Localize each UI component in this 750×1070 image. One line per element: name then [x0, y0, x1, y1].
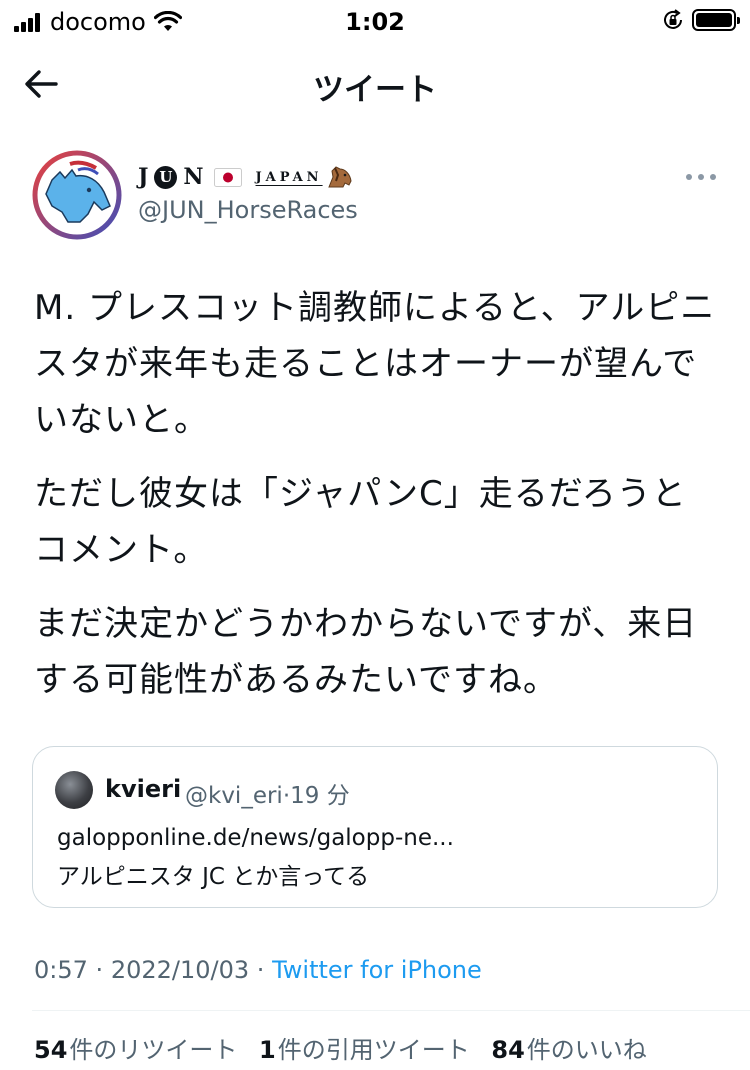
quotes-stat[interactable]: 1件の引用ツイート — [259, 1036, 470, 1064]
name-letter-u: U — [154, 165, 178, 189]
likes-count: 84 — [491, 1036, 525, 1064]
avatar[interactable] — [32, 150, 122, 240]
name-letter-j: J — [138, 164, 155, 190]
quoted-text: アルピニスタ JC とか言ってる — [57, 864, 370, 890]
retweets-label: 件のリツイート — [69, 1036, 238, 1064]
japan-flag-icon — [213, 167, 242, 187]
likes-stat[interactable]: 84件のいいね — [491, 1036, 646, 1064]
quotes-count: 1 — [259, 1036, 276, 1064]
divider — [32, 1010, 750, 1011]
quoted-author-name: kvieri — [105, 775, 182, 803]
tweet-meta: 0:57 · 2022/10/03 · Twitter for iPhone — [34, 956, 482, 984]
name-japan: JAPAN — [255, 169, 323, 185]
tweet-source-link[interactable]: Twitter for iPhone — [272, 956, 482, 984]
tweet-date: 2022/10/03 — [110, 956, 250, 984]
navigation-bar: ツイート — [0, 48, 750, 118]
orientation-lock-icon — [664, 9, 682, 29]
status-bar: docomo 1:02 — [0, 0, 750, 44]
quoted-tweet-card[interactable]: kvieri @kvi_eri·19 分 galopponline.de/new… — [32, 746, 718, 908]
quoted-avatar — [55, 771, 93, 809]
meta-separator: · — [256, 956, 265, 984]
retweets-stat[interactable]: 54件のリツイート — [34, 1036, 237, 1064]
tweet-text: M. プレスコット調教師によると、アルピニスタが来年も走ることはオーナーが望んで… — [34, 280, 720, 726]
tweet-detail-screen: docomo 1:02 ツイート J U N JAPAN @JUN_HorseR… — [0, 0, 750, 1070]
name-letter-n: N — [183, 164, 210, 190]
meta-separator: · — [95, 956, 104, 984]
tweet-time: 0:57 — [34, 956, 88, 984]
quoted-handle: @kvi_eri — [185, 783, 283, 809]
horse-icon — [327, 166, 352, 188]
tweet-paragraph: M. プレスコット調教師によると、アルピニスタが来年も走ることはオーナーが望んで… — [34, 288, 716, 440]
status-time: 1:02 — [345, 8, 405, 36]
tweet-author: J U N JAPAN @JUN_HorseRaces — [32, 150, 722, 242]
quotes-label: 件の引用ツイート — [277, 1036, 470, 1064]
quoted-link[interactable]: galopponline.de/news/galopp-ne... — [57, 825, 454, 851]
quoted-meta: @kvi_eri·19 分 — [185, 776, 350, 810]
status-bar-right — [662, 9, 740, 31]
battery-icon — [692, 9, 740, 31]
author-handle[interactable]: @JUN_HorseRaces — [138, 196, 358, 224]
tweet-stats: 54件のリツイート 1件の引用ツイート 84件のいいね — [34, 1030, 661, 1065]
likes-label: 件のいいね — [526, 1036, 647, 1064]
retweets-count: 54 — [34, 1036, 68, 1064]
quoted-time: 19 分 — [290, 783, 350, 809]
tweet-paragraph: ただし彼女は「ジャパンC」走るだろうとコメント。 — [34, 474, 687, 570]
more-icon[interactable] — [684, 170, 718, 184]
author-display-name[interactable]: J U N JAPAN — [138, 164, 353, 190]
page-title: ツイート — [313, 72, 437, 108]
tweet-paragraph: まだ決定かどうかわからないですが、来日する可能性があるみたいですね。 — [34, 604, 698, 700]
